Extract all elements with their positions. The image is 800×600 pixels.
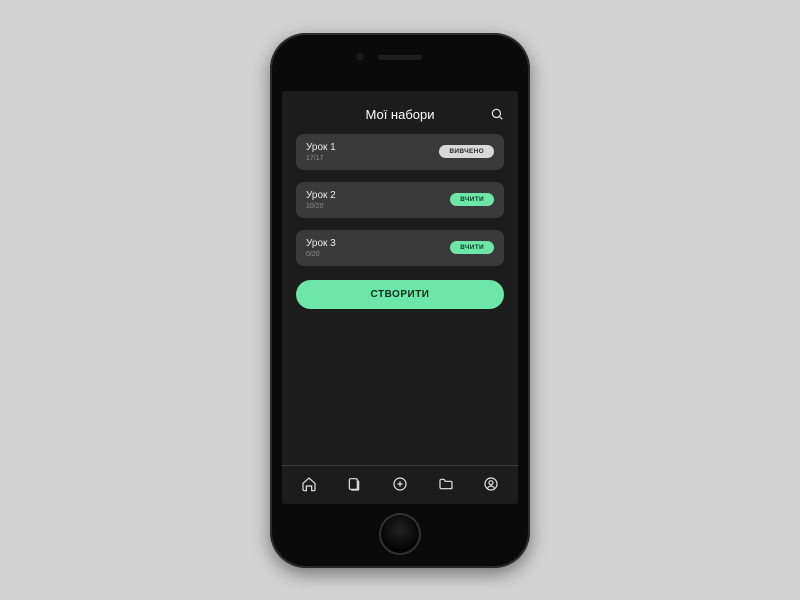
lesson-progress: 0/20 bbox=[306, 251, 336, 258]
profile-icon[interactable] bbox=[483, 476, 499, 492]
lesson-card[interactable]: Урок 1 17/17 ВИВЧЕНО bbox=[296, 134, 504, 170]
home-icon[interactable] bbox=[301, 476, 317, 492]
front-camera bbox=[356, 53, 364, 61]
cards-icon[interactable] bbox=[346, 476, 362, 492]
lesson-title: Урок 3 bbox=[306, 238, 336, 249]
phone-frame: Мої набори Урок 1 17/17 ВИВЧЕНО Урок 2 1… bbox=[270, 33, 530, 568]
speaker-slot bbox=[378, 55, 422, 60]
status-badge[interactable]: ВИВЧЕНО bbox=[439, 145, 494, 158]
lesson-card[interactable]: Урок 2 10/20 ВЧИТИ bbox=[296, 182, 504, 218]
lesson-info: Урок 2 10/20 bbox=[306, 190, 336, 210]
create-button[interactable]: СТВОРИТИ bbox=[296, 280, 504, 309]
add-icon[interactable] bbox=[392, 476, 408, 492]
lesson-progress: 10/20 bbox=[306, 203, 336, 210]
lesson-card[interactable]: Урок 3 0/20 ВЧИТИ bbox=[296, 230, 504, 266]
lesson-progress: 17/17 bbox=[306, 155, 336, 162]
lesson-title: Урок 1 bbox=[306, 142, 336, 153]
home-button[interactable] bbox=[379, 513, 421, 555]
create-wrap: СТВОРИТИ bbox=[282, 266, 518, 309]
search-icon[interactable] bbox=[490, 107, 504, 121]
page-title: Мої набори bbox=[365, 107, 434, 122]
status-badge[interactable]: ВЧИТИ bbox=[450, 193, 494, 206]
tab-bar bbox=[282, 465, 518, 504]
screen: Мої набори Урок 1 17/17 ВИВЧЕНО Урок 2 1… bbox=[282, 91, 518, 504]
lesson-info: Урок 1 17/17 bbox=[306, 142, 336, 162]
lesson-title: Урок 2 bbox=[306, 190, 336, 201]
lesson-info: Урок 3 0/20 bbox=[306, 238, 336, 258]
status-badge[interactable]: ВЧИТИ bbox=[450, 241, 494, 254]
folder-icon[interactable] bbox=[438, 476, 454, 492]
lesson-list: Урок 1 17/17 ВИВЧЕНО Урок 2 10/20 ВЧИТИ … bbox=[282, 134, 518, 266]
header: Мої набори bbox=[282, 91, 518, 134]
